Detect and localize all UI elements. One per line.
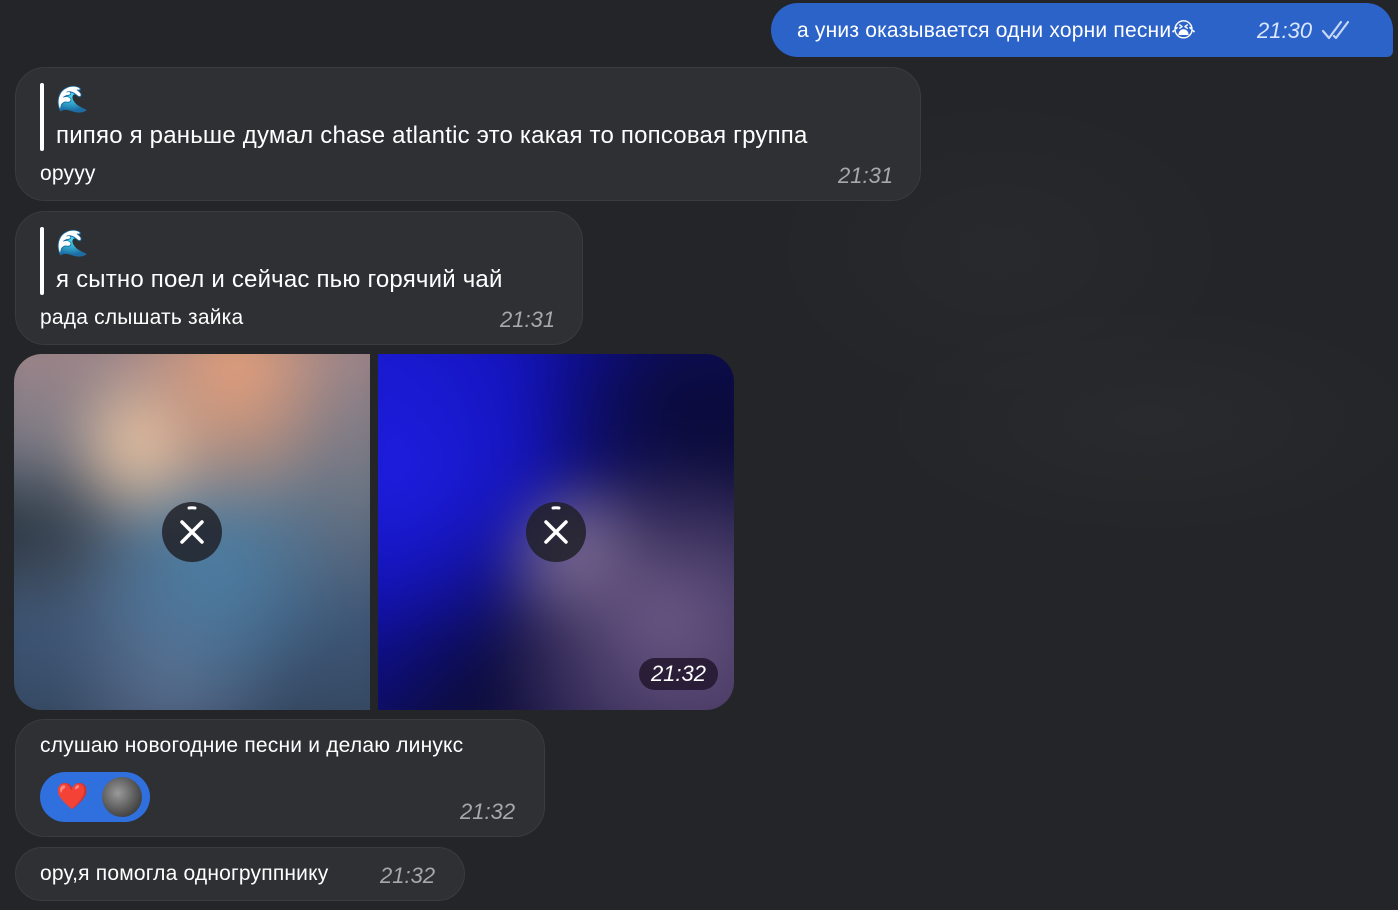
avatar [102, 777, 142, 817]
double-check-icon [1321, 19, 1353, 41]
close-icon [544, 506, 568, 544]
message-time: 21:30 [1257, 18, 1313, 43]
wave-emoji: 🌊 [56, 84, 89, 114]
quote-bar [40, 83, 44, 151]
chat-area: а униз оказывается одни хорни песни😭 21:… [0, 0, 1398, 910]
quoted-text: пипяо я раньше думал chase atlantic это … [56, 122, 808, 149]
message-time: 21:31 [838, 163, 894, 188]
close-icon [180, 506, 204, 544]
message-text: рада слышать зайка [40, 306, 244, 329]
message-text: оруyy [40, 162, 96, 185]
incoming-message[interactable]: слушаю новогодние песни и делаю линукс ❤… [15, 719, 545, 837]
cancel-download-button[interactable] [162, 502, 222, 562]
incoming-message[interactable]: 🌊 пипяо я раньше думал chase atlantic эт… [15, 67, 921, 201]
reaction-pill[interactable]: ❤️ [40, 772, 150, 822]
message-time: 21:31 [500, 307, 556, 332]
wave-emoji: 🌊 [56, 228, 89, 258]
message-time: 21:32 [380, 863, 436, 888]
message-text: ору,я помогла одногруппнику [40, 862, 329, 885]
incoming-message[interactable]: ору,я помогла одногруппнику 21:32 [15, 847, 465, 901]
quoted-text: я сытно поел и сейчас пью горячий чай [56, 266, 503, 293]
photo-album: 21:32 [14, 354, 734, 710]
message-time: 21:32 [638, 658, 718, 690]
photo-thumbnail[interactable] [14, 354, 370, 710]
heart-icon: ❤️ [56, 781, 89, 811]
outgoing-message[interactable]: а униз оказывается одни хорни песни😭 21:… [771, 3, 1393, 57]
photo-thumbnail[interactable]: 21:32 [378, 354, 734, 710]
message-text: а униз оказывается одни хорни песни😭 [797, 19, 1197, 42]
message-text: слушаю новогодние песни и делаю линукс [40, 734, 464, 757]
message-time: 21:32 [460, 799, 516, 824]
incoming-message[interactable]: 🌊 я сытно поел и сейчас пью горячий чай … [15, 211, 583, 345]
cancel-download-button[interactable] [526, 502, 586, 562]
quote-bar [40, 227, 44, 295]
